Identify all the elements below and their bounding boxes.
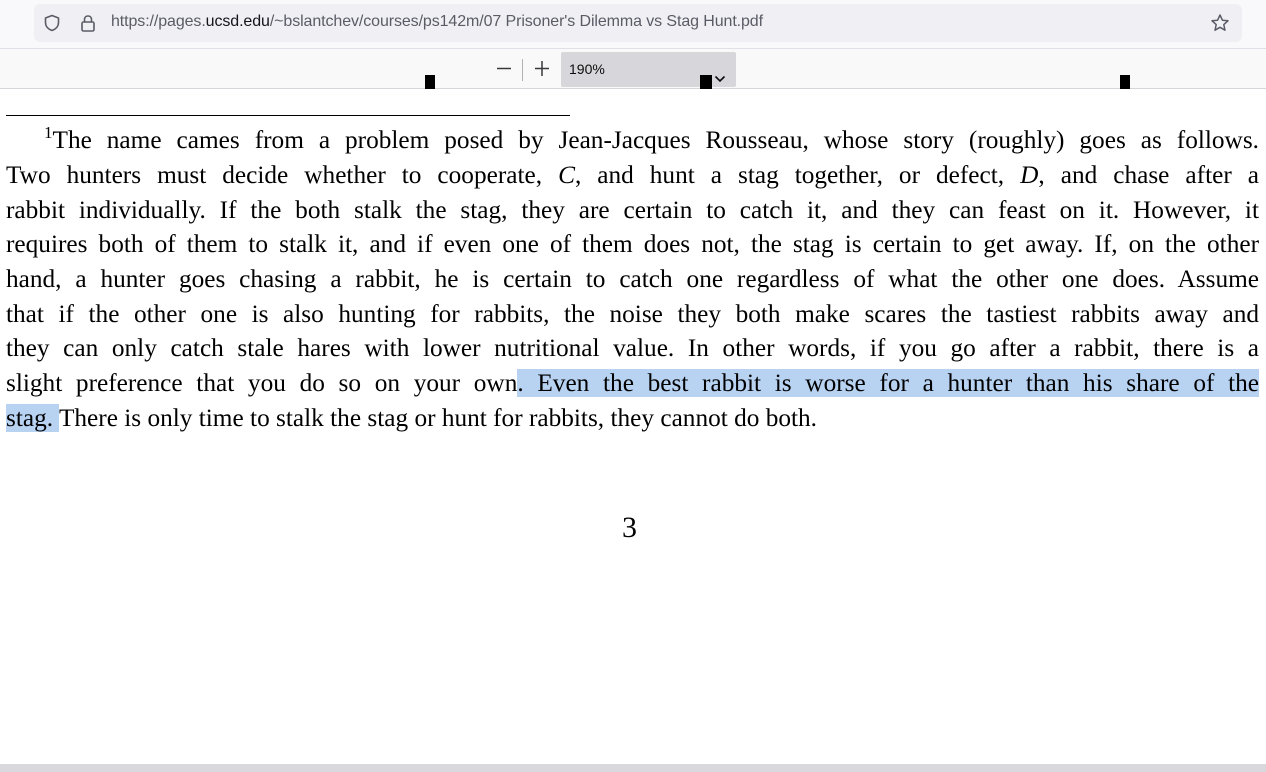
cropped-text-fragment [425,75,435,89]
footnote-line-1: 1The name cames from a problem posed by … [44,123,1259,154]
selected-text[interactable]: . Even the best rabbit is worse for a hu… [517,369,1259,397]
math-variable-d: D [1020,161,1039,189]
toolbar-separator [522,59,523,81]
footnote-number: 1 [44,123,53,142]
footnote-line-5: hand, a hunter goes chasing a rabbit, he… [6,265,1259,293]
pdf-page: 1The name cames from a problem posed by … [0,75,1266,764]
footnote-line-6: that if the other one is also hunting fo… [6,300,1259,328]
footnote-rule [6,115,570,116]
math-variable-c: C [558,161,575,189]
zoom-out-icon [496,60,512,81]
url-path: /~bslantchev/courses/ps142m/07 Prisoner'… [269,13,763,30]
pdf-toolbar: 190% [0,48,1266,89]
footnote-line-8: slight preference that you do so on your… [6,369,1259,397]
browser-toolbar: https://pages.ucsd.edu/~bslantchev/cours… [0,0,1266,48]
horizontal-scrollbar[interactable] [0,764,1266,772]
cropped-text-fragment [700,75,712,89]
footnote-line-2: Two hunters must decide whether to coope… [6,161,1259,189]
url-prefix: https://pages. [111,13,206,30]
zoom-in-icon [534,60,550,81]
footnote-line-4: requires both of them to stalk it, and i… [6,230,1259,258]
shield-icon[interactable] [42,13,62,33]
selected-text[interactable]: stag. [6,404,59,432]
chevron-down-icon [714,63,726,83]
bookmark-star-icon[interactable] [1210,13,1230,33]
footnote-line-3: rabbit individually. If the both stalk t… [6,196,1259,224]
url-domain: ucsd.edu [205,13,270,30]
cropped-text-fragment [1120,75,1130,89]
footnote-line-7: they can only catch stale hares with low… [6,334,1259,362]
footnote-line-9: stag. There is only time to stalk the st… [6,404,818,432]
url-text[interactable]: https://pages.ucsd.edu/~bslantchev/cours… [111,13,763,31]
page-number: 3 [622,511,637,544]
lock-icon[interactable] [78,13,98,33]
zoom-value: 190% [569,61,605,77]
zoom-out-button[interactable] [490,57,518,83]
zoom-in-button[interactable] [528,57,556,83]
